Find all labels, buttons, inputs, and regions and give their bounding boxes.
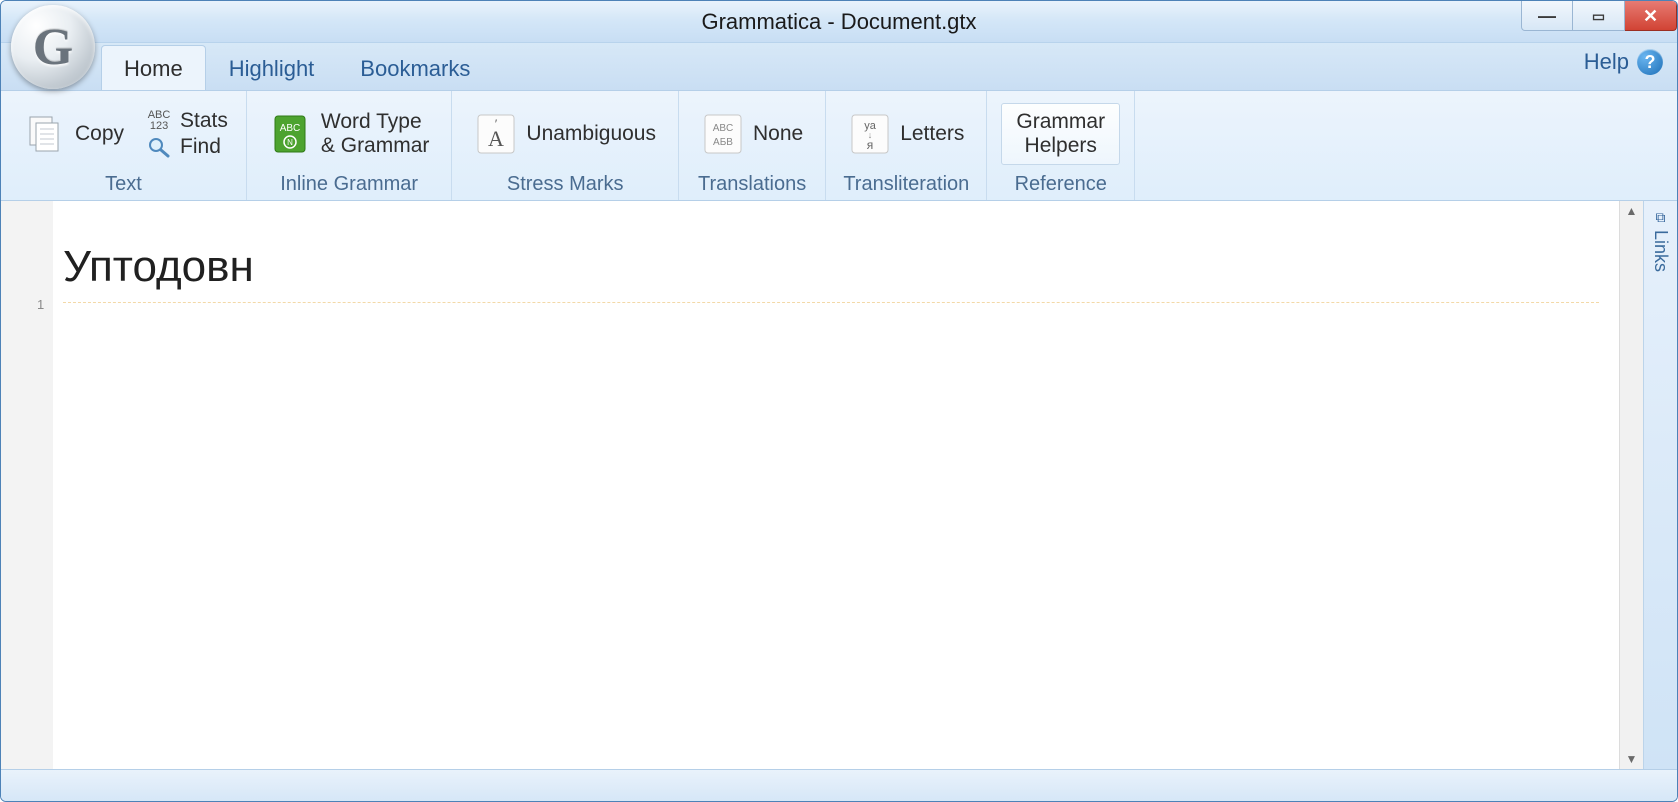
ribbon-group-transliteration: ya↓я Letters Transliteration (826, 91, 987, 200)
line-text: Уптодовн (63, 242, 254, 292)
svg-text:я: я (867, 138, 874, 152)
grammar-helpers-line1: Grammar (1016, 110, 1105, 134)
grammar-helpers-button[interactable]: Grammar Helpers (1001, 103, 1120, 165)
scroll-down-icon[interactable]: ▼ (1620, 749, 1643, 769)
ribbon-group-stress-marks: ′A Unambiguous Stress Marks (452, 91, 679, 200)
line-gutter (1, 201, 53, 769)
maximize-icon: ▭ (1592, 9, 1605, 23)
maximize-button[interactable]: ▭ (1573, 1, 1625, 31)
group-label-stress-marks: Stress Marks (507, 173, 624, 198)
close-icon: ✕ (1643, 7, 1658, 25)
svg-text:ABC: ABC (713, 123, 734, 134)
stats-button[interactable]: ABC123 Stats (142, 109, 232, 133)
translations-icon: ABC АБВ (701, 112, 745, 156)
stress-a-icon: ′A (474, 112, 518, 156)
ribbon: Copy ABC123 Stats Find (1, 91, 1677, 201)
unambiguous-button[interactable]: ′A Unambiguous (466, 108, 664, 160)
word-type-grammar-button[interactable]: ABC N Word Type & Grammar (261, 106, 438, 162)
svg-text:A: A (488, 126, 504, 151)
group-label-translations: Translations (698, 173, 806, 198)
document-line[interactable]: 1 Уптодовн (63, 231, 1599, 303)
ribbon-tab-strip: Home Highlight Bookmarks Help ? (1, 43, 1677, 91)
transliteration-icon: ya↓я (848, 112, 892, 156)
editor[interactable]: 1 Уптодовн (53, 201, 1619, 769)
copy-button[interactable]: Copy (15, 108, 132, 160)
word-type-line1: Word Type (321, 110, 430, 134)
ribbon-group-reference: Grammar Helpers Reference (987, 91, 1135, 200)
stats-icon: ABC123 (146, 110, 172, 132)
find-label: Find (180, 135, 221, 159)
tab-bookmarks[interactable]: Bookmarks (337, 45, 493, 90)
scroll-up-icon[interactable]: ▲ (1620, 201, 1643, 221)
unambiguous-label: Unambiguous (526, 122, 656, 146)
tab-label: Bookmarks (360, 56, 470, 81)
status-bar (1, 769, 1677, 801)
ribbon-group-translations: ABC АБВ None Translations (679, 91, 826, 200)
help-label: Help (1584, 49, 1629, 75)
group-label-inline-grammar: Inline Grammar (280, 173, 418, 198)
find-button[interactable]: Find (142, 135, 232, 159)
tab-label: Home (124, 56, 183, 81)
svg-text:АБВ: АБВ (713, 137, 733, 148)
translations-none-label: None (753, 122, 803, 146)
word-type-line2: & Grammar (321, 134, 430, 158)
book-icon: ABC N (269, 112, 313, 156)
group-label-text: Text (105, 173, 142, 198)
letters-label: Letters (900, 122, 964, 146)
letters-button[interactable]: ya↓я Letters (840, 108, 972, 160)
document-area: 1 Уптодовн ▲ ▼ ⧉ Links (1, 201, 1677, 769)
ribbon-group-text: Copy ABC123 Stats Find (1, 91, 247, 200)
help-button[interactable]: Help ? (1584, 49, 1663, 75)
close-button[interactable]: ✕ (1625, 1, 1677, 31)
window-controls: — ▭ ✕ (1521, 1, 1677, 33)
group-label-transliteration: Transliteration (843, 173, 969, 198)
stats-label: Stats (180, 109, 228, 133)
translations-none-button[interactable]: ABC АБВ None (693, 108, 811, 160)
grammar-helpers-line2: Helpers (1016, 134, 1105, 158)
app-menu-button[interactable]: G (11, 5, 95, 89)
minimize-icon: — (1538, 7, 1556, 25)
window-title: Grammatica - Document.gtx (701, 9, 976, 35)
tab-label: Highlight (229, 56, 315, 81)
group-label-reference: Reference (1015, 173, 1107, 198)
copy-icon (23, 112, 67, 156)
help-icon: ? (1637, 49, 1663, 75)
svg-text:N: N (287, 138, 293, 147)
minimize-button[interactable]: — (1521, 1, 1573, 31)
popout-icon: ⧉ (1656, 209, 1666, 226)
svg-text:ABC: ABC (280, 123, 301, 134)
tab-home[interactable]: Home (101, 45, 206, 90)
line-number: 1 (37, 297, 44, 312)
links-label: Links (1650, 230, 1671, 272)
tab-highlight[interactable]: Highlight (206, 45, 338, 90)
ribbon-group-inline-grammar: ABC N Word Type & Grammar Inline Grammar (247, 91, 453, 200)
app-menu-letter: G (33, 18, 73, 77)
vertical-scrollbar[interactable]: ▲ ▼ (1619, 201, 1643, 769)
find-icon (146, 136, 172, 158)
title-bar: G Grammatica - Document.gtx — ▭ ✕ (1, 1, 1677, 43)
copy-label: Copy (75, 122, 124, 146)
links-side-tab[interactable]: ⧉ Links (1643, 201, 1677, 769)
